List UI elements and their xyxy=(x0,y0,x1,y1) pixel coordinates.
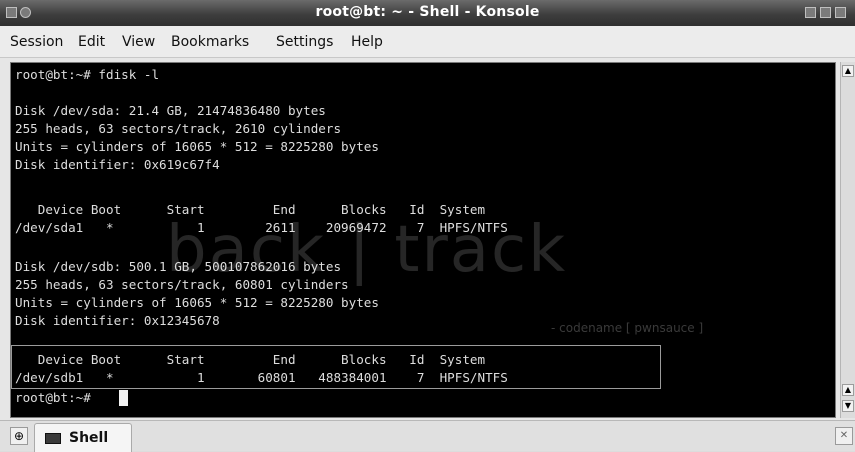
close-window-icon[interactable] xyxy=(835,7,846,18)
terminal-line: Disk identifier: 0x12345678 xyxy=(15,313,220,328)
terminal-scrollbar[interactable]: ▲ ▲ ▼ xyxy=(840,62,855,418)
terminal-line: Device Boot Start End Blocks Id System xyxy=(15,202,486,217)
menu-bookmarks[interactable]: Bookmarks xyxy=(171,34,249,50)
scroll-up-icon[interactable]: ▲ xyxy=(842,384,854,396)
terminal-line: Disk /dev/sdb: 500.1 GB, 500107862016 by… xyxy=(15,259,342,274)
terminal-line: /dev/sdb1 * 1 60801 488384001 7 HPFS/NTF… xyxy=(15,370,508,385)
scroll-down-icon[interactable]: ▼ xyxy=(842,400,854,412)
menu-session[interactable]: Session xyxy=(10,34,63,50)
terminal-line: 255 heads, 63 sectors/track, 2610 cylind… xyxy=(15,121,342,136)
terminal-line: Units = cylinders of 16065 * 512 = 82252… xyxy=(15,139,379,154)
tab-shell[interactable]: Shell xyxy=(34,423,132,452)
terminal-line: Disk identifier: 0x619c67f4 xyxy=(15,157,220,172)
window-title: root@bt: ~ - Shell - Konsole xyxy=(315,4,540,20)
menu-settings[interactable]: Settings xyxy=(276,34,333,50)
terminal-line: Units = cylinders of 16065 * 512 = 82252… xyxy=(15,295,379,310)
terminal-line: /dev/sda1 * 1 2611 20969472 7 HPFS/NTFS xyxy=(15,220,508,235)
new-tab-icon[interactable]: ⊕ xyxy=(10,427,28,445)
minimize-icon[interactable] xyxy=(805,7,816,18)
terminal-line: Disk /dev/sda: 21.4 GB, 21474836480 byte… xyxy=(15,103,326,118)
menu-help[interactable]: Help xyxy=(351,34,383,50)
menu-edit[interactable]: Edit xyxy=(78,34,105,50)
konsole-window: root@bt: ~ - Shell - Konsole Session Edi… xyxy=(0,0,855,452)
text-cursor xyxy=(119,390,128,406)
tab-label: Shell xyxy=(69,430,109,446)
terminal-line: 255 heads, 63 sectors/track, 60801 cylin… xyxy=(15,277,349,292)
title-bar[interactable]: root@bt: ~ - Shell - Konsole xyxy=(0,0,855,26)
terminal-line: Device Boot Start End Blocks Id System xyxy=(15,352,486,367)
terminal-view[interactable]: back | track - codename [ pwnsauce ] roo… xyxy=(10,62,836,418)
watermark-subtitle: - codename [ pwnsauce ] xyxy=(551,321,704,335)
scroll-up-icon[interactable]: ▲ xyxy=(842,65,854,77)
close-tab-icon[interactable]: ✕ xyxy=(835,427,853,445)
tab-bar: ⊕ Shell ✕ xyxy=(0,420,855,452)
terminal-line: root@bt:~# fdisk -l xyxy=(15,67,160,82)
menu-view[interactable]: View xyxy=(122,34,155,50)
maximize-icon[interactable] xyxy=(820,7,831,18)
menu-bar: Session Edit View Bookmarks Settings Hel… xyxy=(0,26,855,58)
terminal-icon xyxy=(45,433,61,444)
terminal-prompt: root@bt:~# xyxy=(15,390,99,405)
